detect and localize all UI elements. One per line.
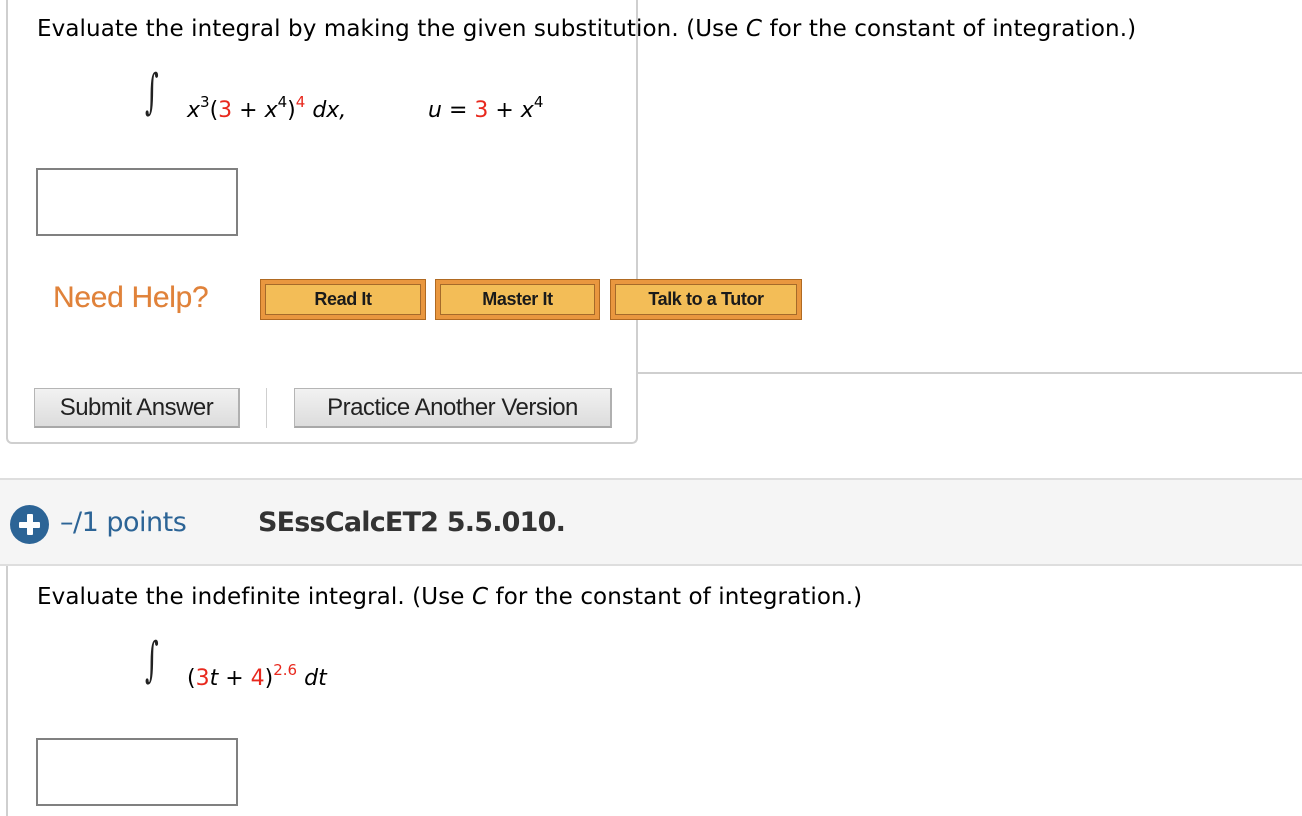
- question-2-prompt: Evaluate the indefinite integral. (Use C…: [37, 584, 863, 610]
- read-it-button[interactable]: Read It: [260, 279, 426, 320]
- question-id: SEssCalcET2 5.5.010.: [258, 507, 566, 538]
- question-2-panel-border: [6, 566, 8, 816]
- practice-another-version-button[interactable]: Practice Another Version: [294, 388, 612, 428]
- question-1-prompt: Evaluate the integral by making the give…: [37, 16, 1137, 42]
- talk-to-tutor-button[interactable]: Talk to a Tutor: [610, 279, 802, 320]
- button-separator: [266, 388, 267, 428]
- panel-divider: [636, 372, 1302, 374]
- integral-sign-icon: ∫: [145, 64, 159, 120]
- expand-plus-icon[interactable]: [10, 505, 49, 544]
- integral-sign-icon: ∫: [145, 632, 159, 688]
- submit-answer-button[interactable]: Submit Answer: [34, 388, 240, 428]
- answer-input-2[interactable]: [36, 738, 238, 806]
- question-2-integrand: (3t + 4)2.6 dt: [187, 661, 327, 692]
- master-it-button[interactable]: Master It: [435, 279, 600, 320]
- points-label: –/1 points: [60, 507, 187, 538]
- question-1-integrand: x3(3 + x4)4 dx,: [187, 93, 347, 124]
- question-2-header: [0, 478, 1302, 566]
- answer-input-1[interactable]: [36, 168, 238, 236]
- substitution: u = 3 + x4: [428, 93, 544, 124]
- need-help-label: Need Help?: [53, 281, 209, 314]
